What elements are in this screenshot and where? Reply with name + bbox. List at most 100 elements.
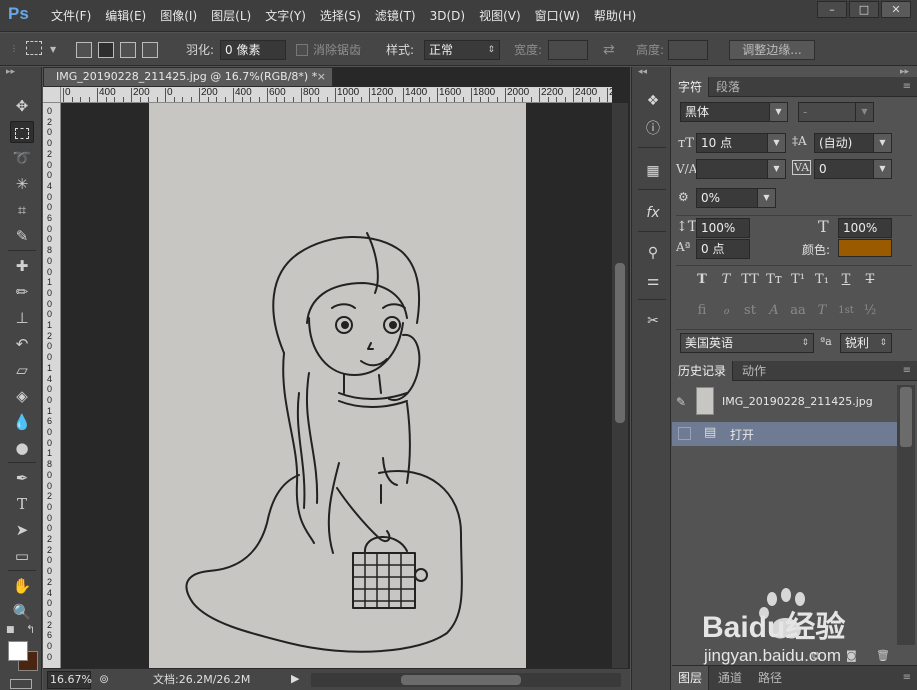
brush-presets-panel-icon[interactable]: ⚲ [642,243,664,263]
stylistic-alternates-button[interactable]: aa [788,301,808,321]
vertical-ruler[interactable]: 0200200400600800100012001400160018002000… [43,103,61,668]
text-color-swatch[interactable] [838,239,892,257]
default-colors-icon[interactable]: ■ [6,625,15,635]
strikethrough-button[interactable]: T [860,270,880,290]
swap-colors-icon[interactable]: ↰ [26,623,35,636]
adjustments-panel-icon[interactable]: ⚌ [642,271,664,291]
clone-stamp-tool-icon[interactable]: ⊥ [10,307,34,329]
quick-mask-icon[interactable] [10,679,32,689]
zoom-level-input[interactable]: 16.67% [47,671,92,689]
swap-icon[interactable]: ⇄ [603,40,615,60]
history-step-checkbox[interactable] [678,427,691,440]
tool-presets-panel-icon[interactable]: ✂ [642,311,664,331]
titling-alternates-button[interactable]: T [812,301,832,321]
underline-button[interactable]: T [836,270,856,290]
tab-layers[interactable]: 图层 [672,666,710,690]
menu-3d[interactable]: 3D(D) [423,0,472,32]
language-select[interactable]: 美国英语 ⇕ [680,333,814,353]
menu-help[interactable]: 帮助(H) [587,0,643,32]
tab-history[interactable]: 历史记录 [672,361,734,381]
trash-icon[interactable]: 🗑 [876,649,890,662]
menu-view[interactable]: 视图(V) [472,0,528,32]
document-tab-close-icon[interactable]: × [317,68,326,86]
ligatures-button[interactable]: fi [692,301,712,321]
history-brush-source-icon[interactable]: ✎ [676,395,686,409]
collapse-arrows-icon[interactable]: ▸▸ [6,67,15,77]
style-select[interactable]: 正常 ⇕ [424,40,500,60]
magic-wand-tool-icon[interactable]: ✳ [10,173,34,195]
info-panel-icon[interactable]: ⓘ [642,119,664,139]
3d-panel-icon[interactable]: ❖ [642,91,664,111]
contextual-alternates-button[interactable]: ℴ [716,301,736,321]
dodge-tool-icon[interactable]: ● [10,437,34,459]
maximize-button[interactable]: □ [849,1,879,18]
baseline-shift-input[interactable]: 0 点 [696,239,750,259]
crop-tool-icon[interactable]: ⌗ [10,199,34,221]
tab-actions[interactable]: 动作 [736,361,772,381]
refine-edge-button[interactable]: 调整边缘... [729,40,815,60]
vertical-scroll-thumb[interactable] [615,263,625,423]
font-size-input[interactable]: 10 点 ▼ [696,133,786,153]
antialias-checkbox[interactable] [296,44,308,56]
panel-menu-icon[interactable]: ≡ [903,81,911,92]
menu-edit[interactable]: 编辑(E) [98,0,153,32]
add-selection-icon[interactable] [98,42,114,58]
swash-button[interactable]: A [764,301,784,321]
history-scroll-thumb[interactable] [900,387,912,447]
font-style-select[interactable]: - ▼ [798,102,874,122]
ruler-origin[interactable] [43,87,61,103]
vertical-scrollbar[interactable] [612,103,628,668]
menu-file[interactable]: 文件(F) [44,0,98,32]
subtract-selection-icon[interactable] [120,42,136,58]
marquee-tool-icon[interactable] [10,121,34,143]
fractions-button[interactable]: ½ [860,301,880,321]
history-brush-tool-icon[interactable]: ↶ [10,333,34,355]
menu-layer[interactable]: 图层(L) [204,0,258,32]
lasso-tool-icon[interactable]: ➰ [10,147,34,169]
styles-panel-icon[interactable]: fx [642,203,664,223]
path-selection-tool-icon[interactable]: ➤ [10,519,34,541]
tracking-input[interactable]: 0 ▼ [814,159,892,179]
document-tab[interactable]: IMG_20190228_211425.jpg @ 16.7%(RGB/8*) … [43,67,333,87]
close-button[interactable]: ✕ [881,1,911,18]
menu-select[interactable]: 选择(S) [313,0,368,32]
subscript-button[interactable]: T₁ [812,270,832,290]
type-tool-icon[interactable]: T [10,493,34,515]
menu-image[interactable]: 图像(I) [153,0,204,32]
pen-tool-icon[interactable]: ✒ [10,467,34,489]
tab-paths[interactable]: 路径 [752,666,788,690]
blur-tool-icon[interactable]: 💧 [10,411,34,433]
ordinals-button[interactable]: 1st [836,301,856,321]
strip-collapse-icon[interactable]: ◂◂ [638,67,647,77]
width-input[interactable] [548,40,588,60]
menu-filter[interactable]: 滤镜(T) [368,0,423,32]
antialias-select[interactable]: 锐利 ⇕ [840,333,892,353]
faux-italic-button[interactable]: T [716,270,736,290]
panels-collapse-icon[interactable]: ▸▸ [900,67,909,77]
history-step[interactable]: ▤ 打开 [672,422,897,446]
canvas[interactable] [61,103,612,668]
new-document-icon[interactable]: ⧉ [812,649,820,663]
snapshot-camera-icon[interactable]: ◙ [846,649,857,662]
panel-menu-icon[interactable]: ≡ [903,365,911,376]
new-selection-icon[interactable] [76,42,92,58]
discretionary-ligatures-button[interactable]: st [740,301,760,321]
horizontal-scale-input[interactable]: 100% [838,218,892,238]
zoom-tool-icon[interactable]: 🔍 [10,601,34,623]
tab-channels[interactable]: 通道 [712,666,748,690]
panel-menu-icon[interactable]: ≡ [903,672,911,683]
tab-character[interactable]: 字符 [672,77,710,97]
move-tool-icon[interactable]: ✥ [10,95,34,117]
superscript-button[interactable]: T¹ [788,270,808,290]
minimize-button[interactable]: – [817,1,847,18]
all-caps-button[interactable]: TT [740,270,760,290]
healing-brush-tool-icon[interactable]: ✚ [10,255,34,277]
vertical-scale-input[interactable]: 100% [696,218,750,238]
history-snapshot[interactable]: ✎ IMG_20190228_211425.jpg [672,385,897,421]
height-input[interactable] [668,40,708,60]
tsume-input[interactable]: 0% ▼ [696,188,776,208]
rectangle-tool-icon[interactable]: ▭ [10,545,34,567]
small-caps-button[interactable]: Tт [764,270,784,290]
swatches-panel-icon[interactable]: ▦ [642,161,664,181]
eraser-tool-icon[interactable]: ▱ [10,359,34,381]
